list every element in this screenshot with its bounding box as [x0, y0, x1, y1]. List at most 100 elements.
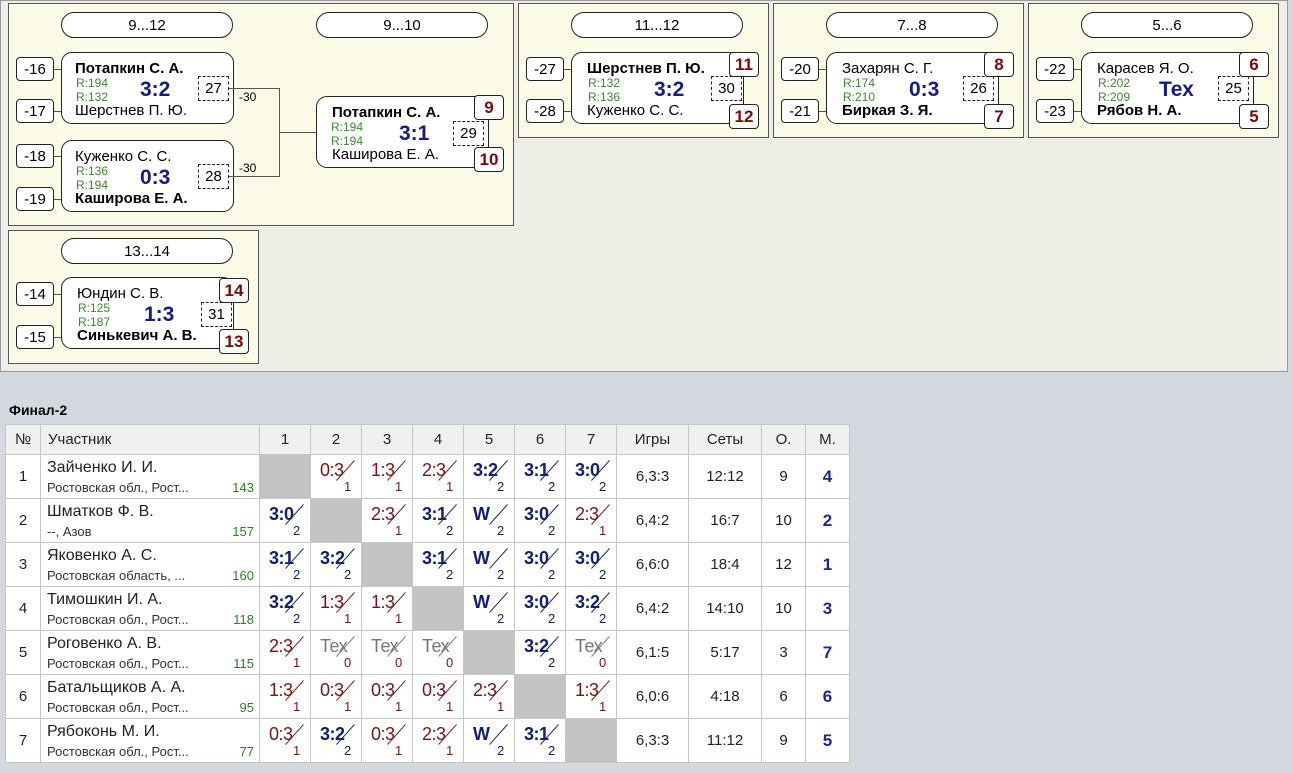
- result-points: 1: [599, 523, 607, 538]
- col-header-opponent[interactable]: 3: [361, 424, 413, 455]
- table-row[interactable]: 1 Зайченко И. И. Ростовская обл., Рост..…: [5, 454, 850, 499]
- result-cell[interactable]: 0:3 1: [361, 718, 413, 763]
- player-rating: R:125: [78, 301, 111, 315]
- col-header-opponent[interactable]: 5: [463, 424, 515, 455]
- result-points: 2: [344, 567, 352, 582]
- result-score: 3:0: [524, 548, 549, 568]
- result-cell[interactable]: W 2: [463, 586, 515, 631]
- result-cell[interactable]: W 2: [463, 498, 515, 543]
- result-cell[interactable]: 3:2 2: [310, 718, 362, 763]
- result-cell[interactable]: 3:0 2: [565, 454, 617, 499]
- result-score: 3:2: [575, 592, 600, 612]
- row-number: 7: [5, 718, 41, 763]
- seed-label: -22: [1036, 57, 1074, 81]
- result-score: 3:1: [269, 548, 294, 568]
- seed-label: -18: [16, 144, 54, 168]
- table-row[interactable]: 4 Тимошкин И. А. Ростовская обл., Рост..…: [5, 586, 850, 631]
- result-score: W: [473, 592, 490, 612]
- result-cell[interactable]: 3:0 2: [514, 498, 566, 543]
- points-cell: 10: [761, 586, 806, 631]
- table-row[interactable]: 6 Батальщиков А. А. Ростовская обл., Рос…: [5, 674, 850, 719]
- participant-cell[interactable]: Батальщиков А. А. Ростовская обл., Рост.…: [40, 674, 260, 719]
- participant-cell[interactable]: Зайченко И. И. Ростовская обл., Рост... …: [40, 454, 260, 499]
- participant-cell[interactable]: Роговенко А. В. Ростовская обл., Рост...…: [40, 630, 260, 675]
- match-number: 31: [201, 302, 232, 327]
- result-score: 1:3: [371, 460, 395, 480]
- result-cell[interactable]: 3:2 2: [514, 630, 566, 675]
- result-points: 2: [497, 479, 505, 494]
- col-header-opponent[interactable]: 7: [565, 424, 617, 455]
- result-cell[interactable]: W 2: [463, 718, 515, 763]
- participant-cell[interactable]: Рябоконь М. И. Ростовская обл., Рост... …: [40, 718, 260, 763]
- player-rating: R:136: [76, 164, 109, 178]
- participant-cell[interactable]: Яковенко А. С. Ростовская область, ... 1…: [40, 542, 260, 587]
- result-points: 2: [548, 743, 556, 758]
- result-cell[interactable]: 2:3 1: [463, 674, 515, 719]
- group-table: № Участник 1 2 3 4 5 6 7 Игры Сеты О. М.…: [5, 424, 850, 763]
- result-cell[interactable]: 3:1 2: [259, 542, 311, 587]
- player-name: Шерстнев П. Ю.: [75, 102, 188, 119]
- player-rating: R:202: [1098, 76, 1131, 90]
- table-row[interactable]: 7 Рябоконь М. И. Ростовская обл., Рост..…: [5, 718, 850, 763]
- participant-name: Роговенко А. В.: [47, 635, 162, 652]
- result-score: 0:3: [371, 724, 395, 744]
- col-header-points[interactable]: О.: [761, 424, 806, 455]
- participant-cell[interactable]: Тимошкин И. А. Ростовская обл., Рост... …: [40, 586, 260, 631]
- result-cell[interactable]: Тех 0: [412, 630, 464, 675]
- result-cell[interactable]: 2:3 1: [412, 454, 464, 499]
- result-cell[interactable]: 3:1 2: [514, 454, 566, 499]
- result-cell[interactable]: 0:3 1: [259, 718, 311, 763]
- games-cell: 6,4:2: [616, 498, 689, 543]
- result-cell[interactable]: 3:0 2: [514, 586, 566, 631]
- col-header-place[interactable]: М.: [805, 424, 850, 455]
- participant-cell[interactable]: Шматков Ф. В. --, Азов 157: [40, 498, 260, 543]
- col-header-opponent[interactable]: 6: [514, 424, 566, 455]
- result-cell[interactable]: Тех 0: [565, 630, 617, 675]
- result-points: 1: [293, 743, 301, 758]
- result-cell[interactable]: Тех 0: [310, 630, 362, 675]
- col-header-opponent[interactable]: 1: [259, 424, 311, 455]
- result-cell[interactable]: 2:3 1: [361, 498, 413, 543]
- table-row[interactable]: 2 Шматков Ф. В. --, Азов 157 3:0 2 2:3 1…: [5, 498, 850, 543]
- result-cell[interactable]: W 2: [463, 542, 515, 587]
- games-cell: 6,6:0: [616, 542, 689, 587]
- col-header-number[interactable]: №: [5, 424, 41, 455]
- result-cell[interactable]: 3:0 2: [259, 498, 311, 543]
- table-row[interactable]: 3 Яковенко А. С. Ростовская область, ...…: [5, 542, 850, 587]
- result-cell[interactable]: 1:3 1: [361, 586, 413, 631]
- result-cell[interactable]: 3:0 2: [565, 542, 617, 587]
- result-cell[interactable]: 3:2 2: [463, 454, 515, 499]
- result-score: 3:1: [422, 504, 447, 524]
- result-cell[interactable]: 3:1 2: [412, 542, 464, 587]
- table-row[interactable]: 5 Роговенко А. В. Ростовская обл., Рост.…: [5, 630, 850, 675]
- result-cell[interactable]: 3:2 2: [565, 586, 617, 631]
- result-cell[interactable]: 0:3 1: [310, 454, 362, 499]
- result-cell[interactable]: 3:2 2: [310, 542, 362, 587]
- result-cell[interactable]: 1:3 1: [259, 674, 311, 719]
- match-number: 27: [198, 76, 229, 101]
- result-cell[interactable]: 2:3 1: [412, 718, 464, 763]
- result-cell[interactable]: 2:3 1: [565, 498, 617, 543]
- diagonal-cell: [361, 542, 413, 587]
- result-cell[interactable]: Тех 0: [361, 630, 413, 675]
- col-header-sets[interactable]: Сеты: [688, 424, 762, 455]
- player-rating: R:174: [843, 76, 876, 90]
- result-cell[interactable]: 3:1 2: [514, 718, 566, 763]
- result-cell[interactable]: 2:3 1: [259, 630, 311, 675]
- participant-rating: 95: [239, 700, 254, 715]
- col-header-participant[interactable]: Участник: [40, 424, 260, 455]
- result-cell[interactable]: 0:3 1: [412, 674, 464, 719]
- col-header-opponent[interactable]: 4: [412, 424, 464, 455]
- result-cell[interactable]: 3:2 2: [259, 586, 311, 631]
- result-cell[interactable]: 1:3 1: [310, 586, 362, 631]
- result-cell[interactable]: 1:3 1: [361, 454, 413, 499]
- result-cell[interactable]: 3:0 2: [514, 542, 566, 587]
- result-score: 2:3: [575, 504, 599, 524]
- result-cell[interactable]: 0:3 1: [361, 674, 413, 719]
- bracket-panel-9-12: 9...12 9...10 -16 -17 Потапкин С. А. R:1…: [8, 3, 514, 226]
- col-header-games[interactable]: Игры: [616, 424, 689, 455]
- col-header-opponent[interactable]: 2: [310, 424, 362, 455]
- result-cell[interactable]: 3:1 2: [412, 498, 464, 543]
- result-cell[interactable]: 0:3 1: [310, 674, 362, 719]
- result-cell[interactable]: 1:3 1: [565, 674, 617, 719]
